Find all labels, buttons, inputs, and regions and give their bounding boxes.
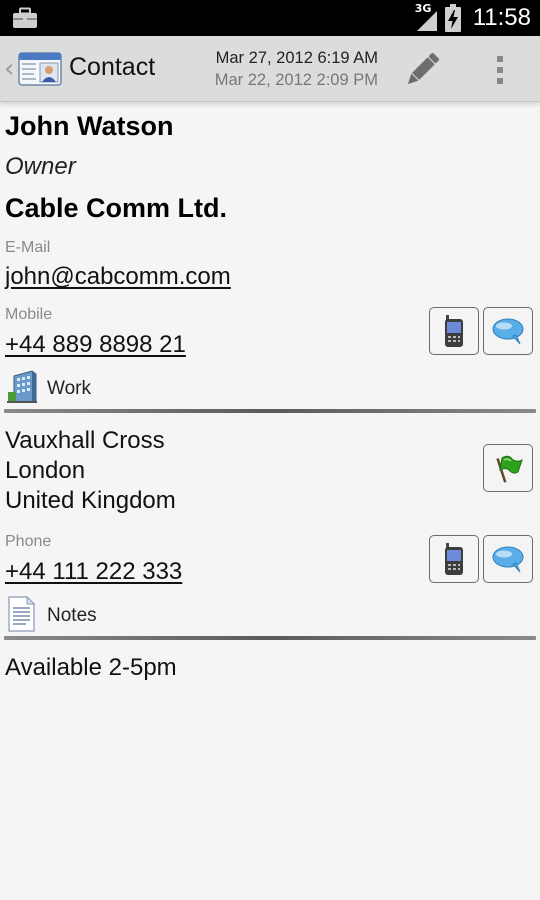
work-address-line2: London (5, 457, 86, 484)
email-label: E-Mail (5, 239, 51, 256)
email-link[interactable]: john@cabcomm.com (5, 263, 231, 291)
mobile-link[interactable]: +44 889 8898 21 (5, 331, 186, 359)
briefcase-icon (13, 7, 37, 28)
date-info: Mar 27, 2012 6:19 AM Mar 22, 2012 2:09 P… (215, 47, 378, 91)
work-phone-link[interactable]: +44 111 222 333 (5, 558, 182, 586)
work-section-label: Work (47, 378, 91, 399)
overflow-menu-button[interactable] (484, 50, 516, 90)
up-navigation-button[interactable]: ‹ (4, 36, 62, 102)
mobile-phone-icon (445, 315, 463, 347)
chat-bubble-icon (492, 318, 524, 345)
overflow-dot (497, 56, 503, 62)
action-bar: ‹ Contact Mar 27, 2012 6:19 AM Mar 22, 2… (0, 36, 540, 102)
work-address-line3: United Kingdom (5, 487, 176, 514)
notes-text: Available 2-5pm (5, 654, 177, 681)
message-mobile-button[interactable] (483, 307, 533, 355)
call-work-phone-button[interactable] (429, 535, 479, 583)
chat-bubble-icon (492, 546, 524, 573)
mobile-phone-icon (445, 543, 463, 575)
app-title: Contact (69, 53, 156, 81)
notes-section-label: Notes (47, 605, 97, 626)
green-flag-icon (496, 455, 523, 483)
battery-charging-icon (444, 4, 461, 32)
work-divider (4, 409, 536, 413)
contact-name: John Watson (5, 111, 174, 141)
overflow-dot (497, 78, 503, 84)
show-on-map-button[interactable] (483, 444, 533, 492)
message-work-phone-button[interactable] (483, 535, 533, 583)
status-bar: 3G 11:58 (0, 0, 540, 36)
chevron-left-icon: ‹ (4, 54, 15, 84)
date-modified: Mar 27, 2012 6:19 AM (215, 49, 378, 67)
date-created: Mar 22, 2012 2:09 PM (214, 71, 378, 89)
clock: 11:58 (472, 4, 531, 31)
signal-3g-icon: 3G (415, 2, 439, 33)
notes-document-icon (8, 596, 36, 632)
phone-label: Phone (5, 533, 52, 550)
office-building-icon (7, 370, 37, 403)
contact-card-icon (18, 52, 62, 86)
work-address-line1: Vauxhall Cross (5, 427, 165, 454)
job-title: Owner (5, 153, 76, 180)
mobile-label: Mobile (5, 306, 53, 323)
edit-pencil-icon[interactable] (400, 48, 444, 92)
company-name: Cable Comm Ltd. (5, 193, 228, 223)
notes-divider (4, 636, 536, 640)
call-mobile-button[interactable] (429, 307, 479, 355)
overflow-dot (497, 67, 503, 73)
